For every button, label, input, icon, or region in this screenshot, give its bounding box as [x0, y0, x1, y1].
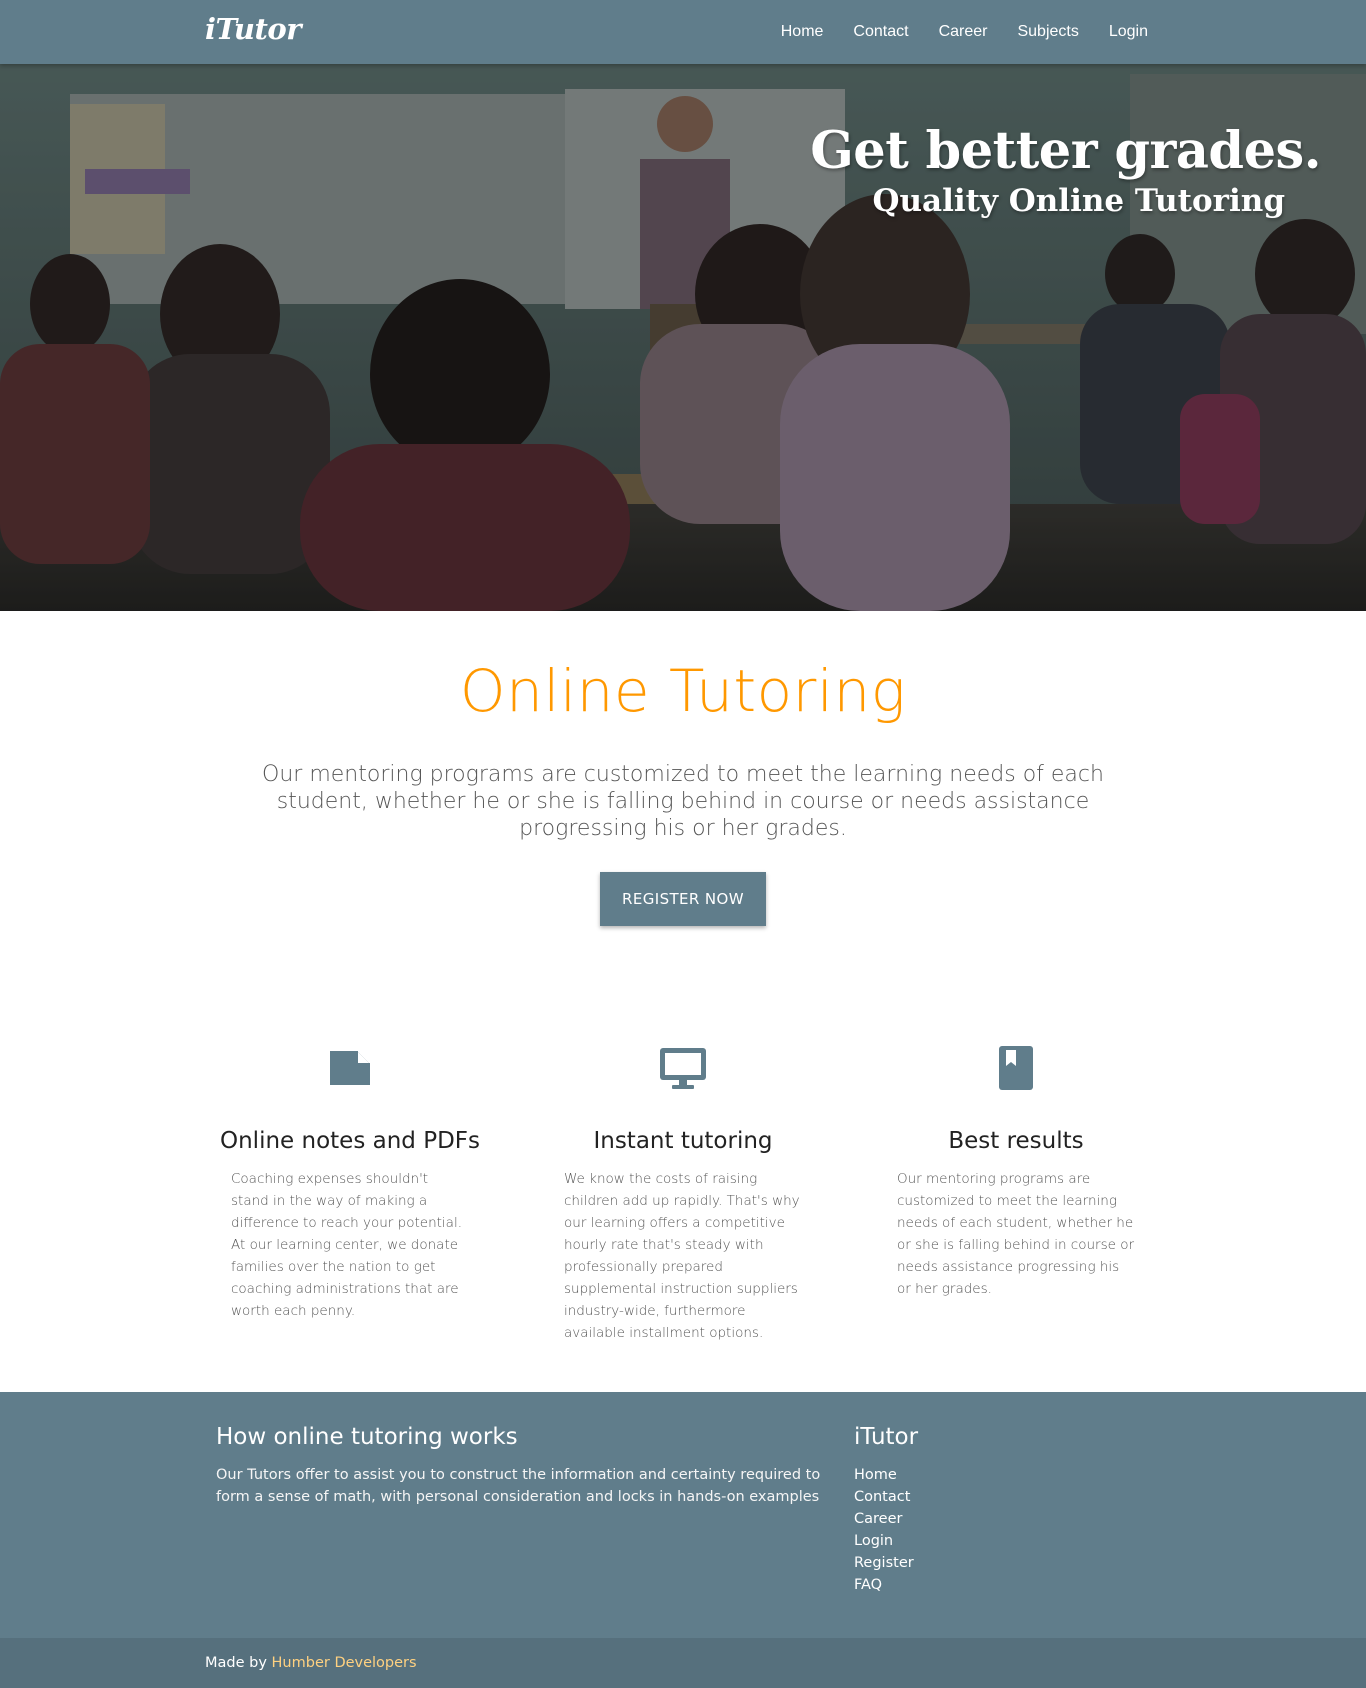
feature-title: Best results	[948, 1128, 1084, 1154]
footer-about-heading: How online tutoring works	[216, 1424, 518, 1450]
nav-links: Home Contact Career Subjects Login	[751, 0, 1148, 64]
nav-link-home[interactable]: Home	[781, 23, 824, 41]
register-now-button[interactable]: REGISTER NOW	[600, 872, 766, 926]
intro-section: Online Tutoring Our mentoring programs a…	[0, 611, 1366, 926]
hero-subtitle: Quality Online Tutoring	[872, 183, 1285, 219]
nav-link-login[interactable]: Login	[1109, 23, 1148, 41]
nav-link-contact[interactable]: Contact	[853, 23, 908, 41]
feature-card: Online notes and PDFs Coaching expenses …	[214, 1040, 486, 1344]
footer-link-home[interactable]: Home	[854, 1464, 1154, 1486]
footer-links: Home Contact Career Login Register FAQ	[854, 1464, 1154, 1596]
book-icon	[880, 1040, 1152, 1096]
footer-link-career[interactable]: Career	[854, 1508, 1154, 1530]
note-icon	[214, 1040, 486, 1096]
feature-text: Our mentoring programs are customized to…	[897, 1171, 1135, 1297]
intro-text: Our mentoring programs are customized to…	[262, 762, 1104, 841]
footer-link-register[interactable]: Register	[854, 1552, 1154, 1574]
hero-banner: Get better grades. Quality Online Tutori…	[0, 64, 1366, 611]
made-by-label: Made by	[205, 1655, 267, 1671]
footer-links-heading: iTutor	[854, 1424, 919, 1450]
hero-text: Get better grades. Quality Online Tutori…	[810, 119, 1321, 219]
footer: How online tutoring works Our Tutors off…	[0, 1392, 1366, 1638]
footer-copyright-bar: Made by Humber Developers	[0, 1638, 1366, 1688]
features-section: Online notes and PDFs Coaching expenses …	[214, 1040, 1152, 1344]
nav-link-career[interactable]: Career	[939, 23, 988, 41]
feature-title: Instant tutoring	[593, 1128, 773, 1154]
nav-link-subjects[interactable]: Subjects	[1017, 23, 1078, 41]
hero-title: Get better grades.	[810, 121, 1321, 181]
brand-logo[interactable]: iTutor	[205, 12, 302, 46]
feature-text: Coaching expenses shouldn't stand in the…	[231, 1171, 462, 1319]
footer-about: How online tutoring works Our Tutors off…	[216, 1422, 836, 1508]
footer-link-contact[interactable]: Contact	[854, 1486, 1154, 1508]
feature-card: Instant tutoring We know the costs of ra…	[547, 1040, 819, 1344]
feature-text: We know the costs of raising children ad…	[564, 1171, 800, 1341]
footer-credit: Made by Humber Developers	[205, 1638, 417, 1688]
footer-link-login[interactable]: Login	[854, 1530, 1154, 1552]
humber-developers-link[interactable]: Humber Developers	[272, 1655, 417, 1671]
footer-links-column: iTutor Home Contact Career Login Registe…	[854, 1422, 1154, 1596]
intro-title: Online Tutoring	[459, 657, 907, 725]
monitor-icon	[547, 1040, 819, 1096]
navbar: iTutor Home Contact Career Subjects Logi…	[0, 0, 1366, 64]
footer-about-text: Our Tutors offer to assist you to constr…	[216, 1467, 821, 1505]
footer-link-faq[interactable]: FAQ	[854, 1574, 1154, 1596]
feature-title: Online notes and PDFs	[220, 1128, 480, 1154]
feature-card: Best results Our mentoring programs are …	[880, 1040, 1152, 1344]
